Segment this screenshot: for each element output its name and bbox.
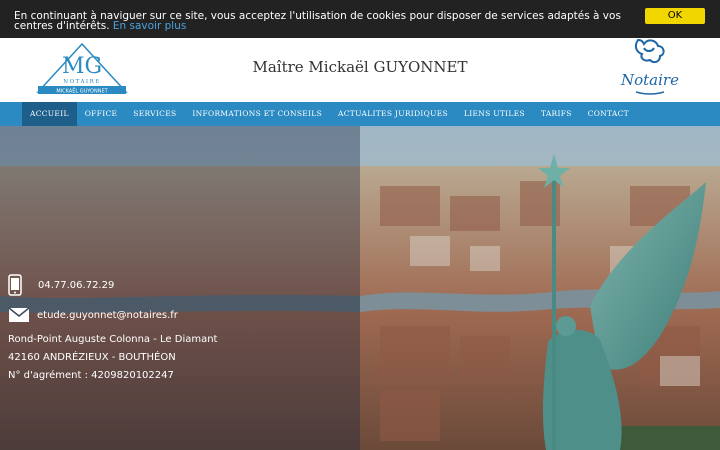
notaire-logo[interactable]: Notaire	[614, 38, 686, 96]
agrement-number: N° d'agrément : 4209820102247	[8, 370, 174, 381]
cookie-banner: En continuant à naviguer sur ce site, vo…	[0, 0, 720, 38]
address-line-1: Rond-Point Auguste Colonna - Le Diamant	[8, 334, 218, 345]
phone-number[interactable]: 04.77.06.72.29	[38, 280, 114, 291]
site-title: Maître Mickaël GUYONNET	[252, 58, 468, 76]
logo-name-text: MICKAËL GUYONNET	[56, 88, 108, 95]
nav-item-actualites-juridiques[interactable]: ACTUALITES JURIDIQUES	[330, 102, 456, 126]
cookie-text: En continuant à naviguer sur ce site, vo…	[14, 10, 634, 32]
nav-item-liens-utiles[interactable]: LIENS UTILES	[456, 102, 533, 126]
site-header: MG NOTAIRE MICKAËL GUYONNET Maître Micka…	[0, 38, 720, 100]
nav-item-office[interactable]: OFFICE	[77, 102, 126, 126]
nav-item-accueil[interactable]: ACCUEIL	[22, 102, 77, 126]
contact-panel: 04.77.06.72.29 etude.guyonnet@notaires.f…	[0, 126, 360, 450]
nav-item-services[interactable]: SERVICES	[125, 102, 184, 126]
phone-row: 04.77.06.72.29	[8, 274, 114, 296]
cookie-message: En continuant à naviguer sur ce site, vo…	[14, 10, 621, 32]
envelope-icon	[8, 307, 30, 322]
email-address[interactable]: etude.guyonnet@notaires.fr	[37, 310, 178, 321]
address-line-2: 42160 ANDRÉZIEUX - BOUTHÉON	[8, 352, 176, 363]
nav-item-tarifs[interactable]: TARIFS	[533, 102, 580, 126]
logo-notaire-text: NOTAIRE	[63, 79, 101, 85]
nav-list: ACCUEIL OFFICE SERVICES INFORMATIONS ET …	[22, 102, 637, 126]
main-nav: ACCUEIL OFFICE SERVICES INFORMATIONS ET …	[0, 102, 720, 126]
nav-item-contact[interactable]: CONTACT	[580, 102, 637, 126]
marianne-icon	[634, 38, 665, 64]
cookie-ok-button[interactable]: OK	[645, 8, 705, 24]
nav-item-informations-conseils[interactable]: INFORMATIONS ET CONSEILS	[184, 102, 330, 126]
phone-icon	[8, 274, 22, 296]
cookie-more-link[interactable]: En savoir plus	[113, 20, 186, 32]
notaire-logo-text: Notaire	[620, 71, 679, 89]
email-row: etude.guyonnet@notaires.fr	[8, 307, 178, 323]
